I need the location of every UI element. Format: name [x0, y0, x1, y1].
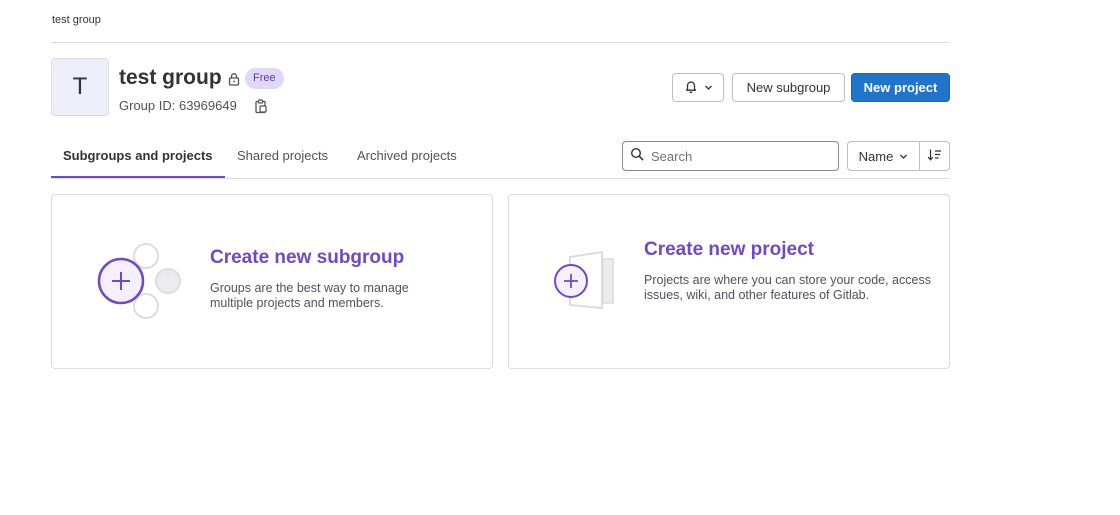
project-illustration-icon	[554, 250, 614, 310]
chevron-down-icon	[899, 149, 908, 164]
sort-selected-label: Name	[858, 148, 894, 164]
group-title: test group	[119, 66, 222, 89]
avatar-letter: T	[72, 73, 88, 100]
tab-subgroups-and-projects[interactable]: Subgroups and projects	[63, 148, 213, 163]
new-subgroup-button[interactable]: New subgroup	[732, 73, 845, 102]
sort-lowest-icon	[927, 148, 943, 165]
search-box[interactable]	[622, 141, 839, 171]
search-input[interactable]	[649, 147, 823, 165]
tabs-divider	[51, 178, 950, 179]
create-subgroup-title[interactable]: Create new subgroup	[210, 247, 404, 269]
create-subgroup-card[interactable]: Create new subgroup Groups are the best …	[51, 194, 493, 369]
tab-shared-projects[interactable]: Shared projects	[237, 148, 328, 163]
create-project-description: Projects are where you can store your co…	[644, 273, 931, 302]
notification-dropdown-button[interactable]	[672, 73, 724, 102]
group-avatar: T	[51, 58, 109, 116]
copy-icon[interactable]	[254, 99, 268, 119]
sort-dropdown[interactable]: Name	[847, 141, 920, 171]
new-project-button[interactable]: New project	[851, 73, 950, 102]
search-icon	[630, 147, 644, 166]
chevron-down-icon	[704, 80, 713, 95]
breadcrumb[interactable]: test group	[52, 14, 101, 26]
create-project-card[interactable]: Create new project Projects are where yo…	[508, 194, 950, 369]
bell-icon	[684, 79, 698, 96]
subgroup-illustration-icon	[97, 243, 181, 319]
tab-archived-projects[interactable]: Archived projects	[357, 148, 457, 163]
plan-badge: Free	[245, 68, 284, 89]
lock-icon	[227, 72, 241, 91]
create-project-title[interactable]: Create new project	[644, 239, 814, 261]
group-id: Group ID: 63969649	[119, 98, 237, 113]
create-subgroup-description: Groups are the best way to manage multip…	[210, 281, 409, 310]
breadcrumb-divider	[51, 42, 950, 43]
sort-direction-button[interactable]	[919, 141, 950, 171]
